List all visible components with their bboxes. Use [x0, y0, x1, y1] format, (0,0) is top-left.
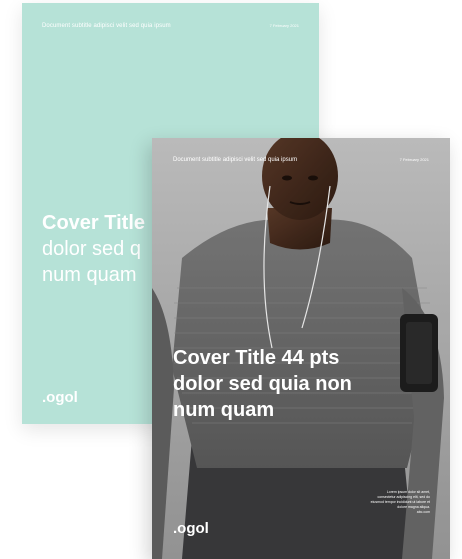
front-cover-card: Document subtitle adipisci velit sed qui… [152, 138, 450, 559]
back-cover-subtitle: Document subtitle adipisci velit sed qui… [42, 23, 171, 29]
front-cover-date: 7 February 2021 [399, 157, 429, 162]
front-cover-title: Cover Title 44 pts dolor sed quia non nu… [173, 345, 443, 423]
back-cover-date: 7 February 2021 [269, 23, 299, 28]
front-cover-blurb-ref: abc.com [416, 510, 430, 514]
cover-mockup-stage: Document subtitle adipisci velit sed qui… [0, 0, 462, 559]
front-cover-title-line3: num quam [173, 399, 275, 421]
front-cover-title-line1: Cover Title 44 pts [173, 347, 340, 369]
front-cover-title-line2: dolor sed quia non [173, 373, 352, 395]
back-cover-title-line1: Cover Title [42, 212, 145, 234]
back-cover-logo: .ogol [42, 389, 78, 406]
front-cover-subtitle: Document subtitle adipisci velit sed qui… [173, 157, 298, 163]
front-cover-logo: .ogol [173, 520, 209, 537]
front-cover-blurb: Lorem ipsum dolor sit amet, consectetur … [370, 490, 430, 509]
